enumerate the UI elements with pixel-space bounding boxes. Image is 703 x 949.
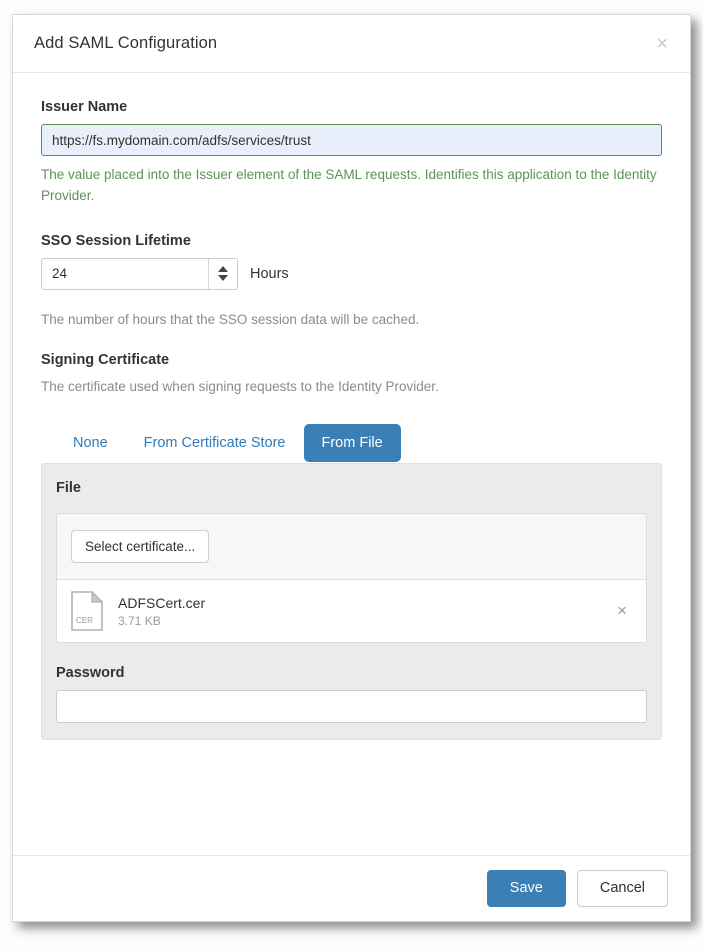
dialog-header: Add SAML Configuration × xyxy=(13,15,690,73)
signing-certificate-label: Signing Certificate xyxy=(41,352,170,369)
signing-certificate-help-text: The certificate used when signing reques… xyxy=(41,379,439,395)
issuer-name-help-text: The value placed into the Issuer element… xyxy=(41,167,657,203)
uploaded-file-meta: ADFSCert.cer 3.71 KB xyxy=(118,595,612,628)
uploaded-file-row: CER ADFSCert.cer 3.71 KB × xyxy=(57,579,646,643)
tab-from-file[interactable]: From File xyxy=(303,424,401,463)
uploaded-file-name: ADFSCert.cer xyxy=(118,594,206,611)
dialog-title: Add SAML Configuration xyxy=(34,34,218,52)
tab-from-certificate-store[interactable]: From Certificate Store xyxy=(126,424,304,462)
sso-session-lifetime-unit-label: Hours xyxy=(250,265,289,282)
sso-session-lifetime-row: Hours xyxy=(41,257,662,290)
select-certificate-button[interactable]: Select certificate... xyxy=(71,530,210,564)
close-icon[interactable]: × xyxy=(652,32,672,56)
issuer-name-input[interactable] xyxy=(41,124,662,156)
signing-certificate-section: Signing Certificate The certificate used… xyxy=(41,352,662,741)
tab-none[interactable]: None xyxy=(55,424,126,462)
arrow-up-icon[interactable] xyxy=(218,266,228,273)
svg-text:CER: CER xyxy=(76,616,93,625)
dropzone-actions: Select certificate... xyxy=(57,514,646,579)
dialog-footer: Save Cancel xyxy=(13,854,690,921)
sso-session-lifetime-label: SSO Session Lifetime xyxy=(41,232,191,249)
sso-session-lifetime-field-group: SSO Session Lifetime Hours The number of… xyxy=(41,233,662,330)
issuer-name-field-group: Issuer Name The value placed into the Is… xyxy=(41,99,662,207)
uploaded-file-size: 3.71 KB xyxy=(118,613,161,628)
arrow-down-icon[interactable] xyxy=(218,275,228,282)
cancel-button[interactable]: Cancel xyxy=(576,869,668,907)
sso-session-lifetime-input[interactable] xyxy=(42,258,208,289)
sso-session-lifetime-stepper[interactable] xyxy=(41,257,238,290)
signing-certificate-tabs: None From Certificate Store From File xyxy=(41,424,662,463)
dialog-body: Issuer Name The value placed into the Is… xyxy=(13,73,690,855)
remove-file-icon[interactable]: × xyxy=(612,599,632,623)
certificate-file-icon: CER xyxy=(71,590,104,632)
issuer-name-label: Issuer Name xyxy=(41,99,128,115)
add-saml-configuration-dialog: Add SAML Configuration × Issuer Name The… xyxy=(12,14,691,922)
certificate-dropzone[interactable]: Select certificate... CER ADFSCert.cer 3… xyxy=(56,513,647,644)
sso-session-lifetime-arrows[interactable] xyxy=(208,258,237,289)
sso-session-lifetime-help-text: The number of hours that the SSO session… xyxy=(41,311,420,327)
file-panel: File Select certificate... CER ADFSCert.… xyxy=(41,463,662,741)
file-panel-label: File xyxy=(56,480,81,497)
save-button[interactable]: Save xyxy=(486,869,566,907)
password-label: Password xyxy=(56,665,125,682)
password-input[interactable] xyxy=(56,690,647,724)
